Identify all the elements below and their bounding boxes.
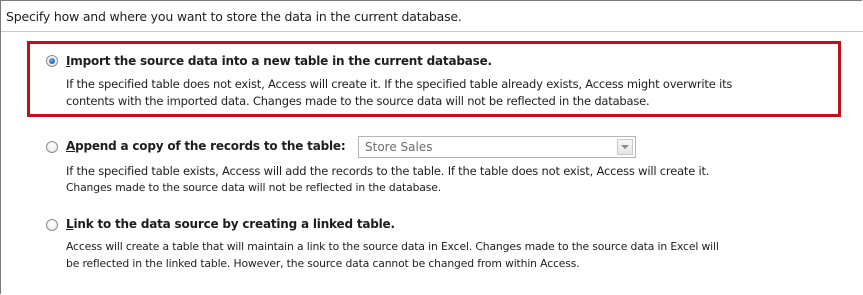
append-description-line-1: If the specified table exists, Access wi… — [66, 164, 710, 178]
link-description-line-1: Access will create a table that will mai… — [66, 240, 719, 253]
link-description-line-2: be reflected in the linked table. Howeve… — [66, 257, 580, 270]
import-label-text: mport the source data into a new table i… — [70, 54, 492, 68]
append-radio[interactable] — [46, 141, 58, 153]
dropdown-arrow-icon[interactable] — [617, 139, 633, 155]
import-radio[interactable] — [46, 55, 58, 67]
target-table-value: Store Sales — [365, 140, 433, 154]
import-description-line-1: If the specified table does not exist, A… — [66, 77, 733, 91]
append-access-key: A — [66, 139, 76, 153]
import-option-label[interactable]: Import the source data into a new table … — [66, 54, 492, 68]
append-description-line-2: Changes made to the source data will not… — [66, 181, 442, 194]
append-label-text: ppend a copy of the records to the table… — [75, 139, 346, 153]
separator — [1, 31, 863, 32]
import-description-line-2: contents with the imported data. Changes… — [66, 94, 650, 108]
instruction-heading: Specify how and where you want to store … — [6, 9, 462, 24]
target-table-select[interactable]: Store Sales — [358, 136, 636, 158]
link-label-text: ink to the data source by creating a lin… — [73, 217, 395, 231]
link-radio[interactable] — [46, 219, 58, 231]
link-option-label[interactable]: Link to the data source by creating a li… — [66, 217, 395, 231]
append-option-label[interactable]: Append a copy of the records to the tabl… — [66, 139, 346, 153]
